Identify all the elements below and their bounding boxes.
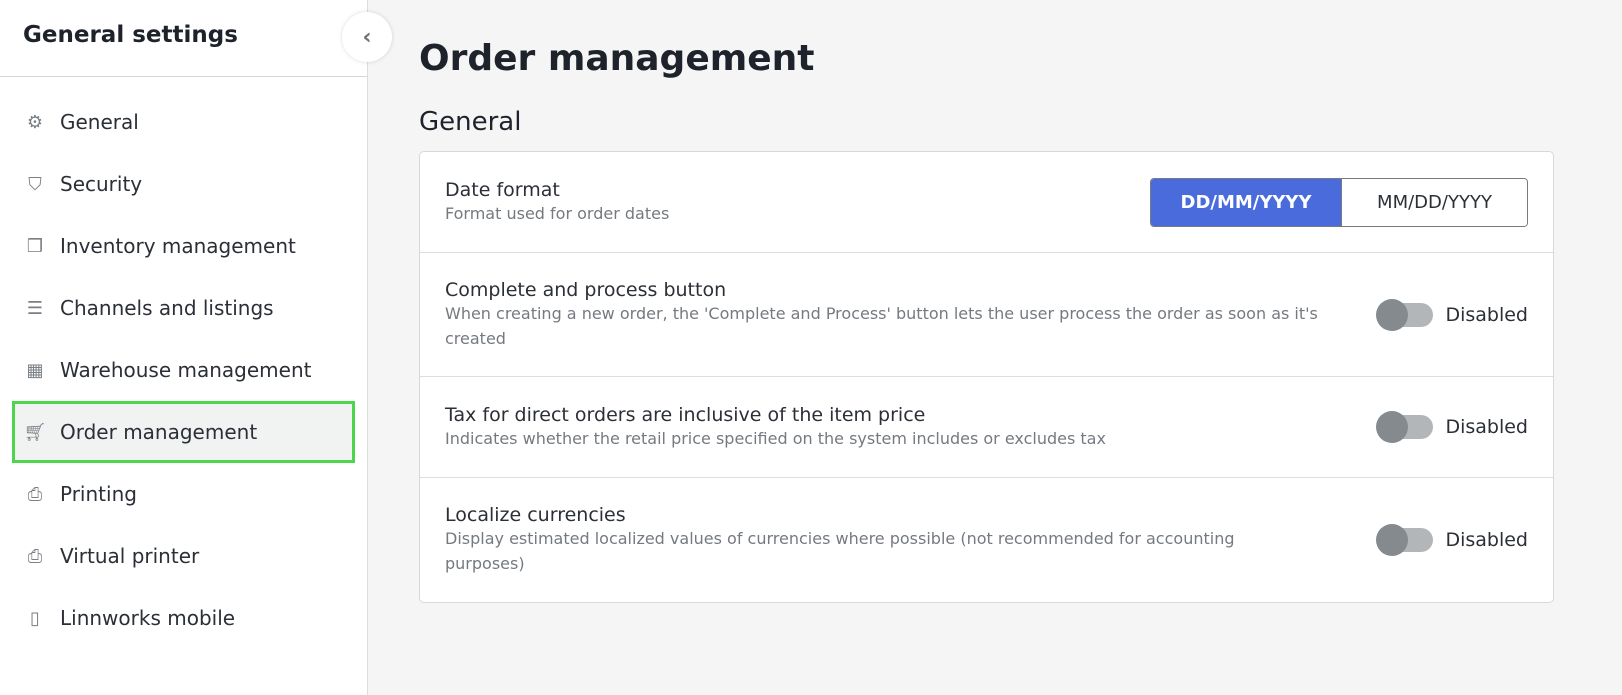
sidebar-item-label: Linnworks mobile [60, 606, 236, 630]
setting-date-format: Date format Format used for order dates D… [420, 152, 1553, 253]
date-format-option-dd-mm-yyyy[interactable]: DD/MM/YYYY [1151, 178, 1341, 226]
sidebar-item-label: Printing [60, 482, 137, 506]
sidebar-item-security[interactable]: ⛉ Security [0, 153, 355, 215]
building-icon: ▦ [26, 359, 44, 381]
setting-title: Complete and process button [445, 278, 727, 301]
gear-icon: ⚙ [26, 111, 44, 133]
sidebar-item-label: Order management [60, 420, 258, 444]
sidebar-item-label: Channels and listings [60, 296, 274, 320]
list-icon: ☰ [26, 297, 44, 319]
sidebar-nav: ⚙ General ⛉ Security ❒ Inventory management… [0, 77, 367, 649]
mobile-icon: ▯ [30, 607, 40, 629]
toggle-switch[interactable] [1376, 411, 1434, 443]
sidebar-item-virtual-printer[interactable]: ⎙ Virtual printer [0, 525, 355, 587]
cubes-icon: ❒ [26, 235, 44, 257]
toggle-state: Disabled [1445, 529, 1528, 551]
printer-icon: ⎙ [27, 483, 43, 505]
printer-icon: ⎙ [27, 545, 43, 567]
sidebar-item-label: Virtual printer [60, 544, 200, 568]
setting-description: Indicates whether the retail price speci… [445, 428, 1106, 448]
setting-title: Localize currencies [445, 504, 626, 526]
chevron-left-icon: ‹ [362, 24, 372, 50]
collapse-sidebar-button[interactable]: ‹ [342, 12, 392, 62]
toggle-switch[interactable] [1376, 524, 1434, 556]
sidebar: General settings ⚙ General ⛉ Security ❒ Inv… [0, 0, 368, 695]
section-title: General [419, 107, 522, 137]
sidebar-item-label: Inventory management [60, 234, 296, 258]
sidebar-item-linnworks-mobile[interactable]: ▯ Linnworks mobile [0, 587, 355, 649]
toggle-switch[interactable] [1376, 298, 1434, 331]
date-format-option-mm-dd-yyyy[interactable]: MM/DD/YYYY [1341, 178, 1527, 226]
sidebar-item-label: General [60, 110, 139, 134]
shield-icon: ⛉ [28, 173, 42, 195]
toggle-state: Disabled [1445, 303, 1528, 326]
setting-title: Tax for direct orders are inclusive of t… [445, 403, 926, 426]
sidebar-item-label: Warehouse management [60, 358, 312, 382]
sidebar-item-printing[interactable]: ⎙ Printing [0, 463, 355, 525]
sidebar-item-order-management[interactable]: 🛒︎ Order management [12, 401, 355, 463]
cart-icon: 🛒︎ [23, 421, 47, 443]
sidebar-item-warehouse[interactable]: ▦ Warehouse management [0, 339, 355, 401]
sidebar-title: General settings [0, 0, 367, 77]
sidebar-item-channels[interactable]: ☰ Channels and listings [0, 277, 355, 339]
sidebar-item-label: Security [60, 172, 143, 196]
setting-description: Format used for order dates [445, 203, 670, 223]
setting-localize-currencies: Localize currencies Display estimated loc… [420, 478, 1553, 602]
setting-description: When creating a new order, the 'Complete… [445, 303, 1318, 348]
setting-tax-inclusive: Tax for direct orders are inclusive of t… [420, 377, 1553, 478]
main-content: Order management General Date format Form… [419, 0, 1554, 603]
setting-complete-and-process: Complete and process button When creating… [420, 253, 1553, 377]
page-title: Order management [419, 38, 815, 79]
settings-card: Date format Format used for order dates D… [419, 151, 1554, 603]
sidebar-item-inventory[interactable]: ❒ Inventory management [0, 215, 355, 277]
toggle-state: Disabled [1445, 416, 1528, 438]
setting-description: Display estimated localized values of cu… [445, 529, 1235, 573]
setting-title: Date format [445, 178, 560, 201]
sidebar-item-general[interactable]: ⚙ General [0, 91, 355, 153]
date-format-selector: DD/MM/YYYY MM/DD/YYYY [1150, 177, 1528, 227]
